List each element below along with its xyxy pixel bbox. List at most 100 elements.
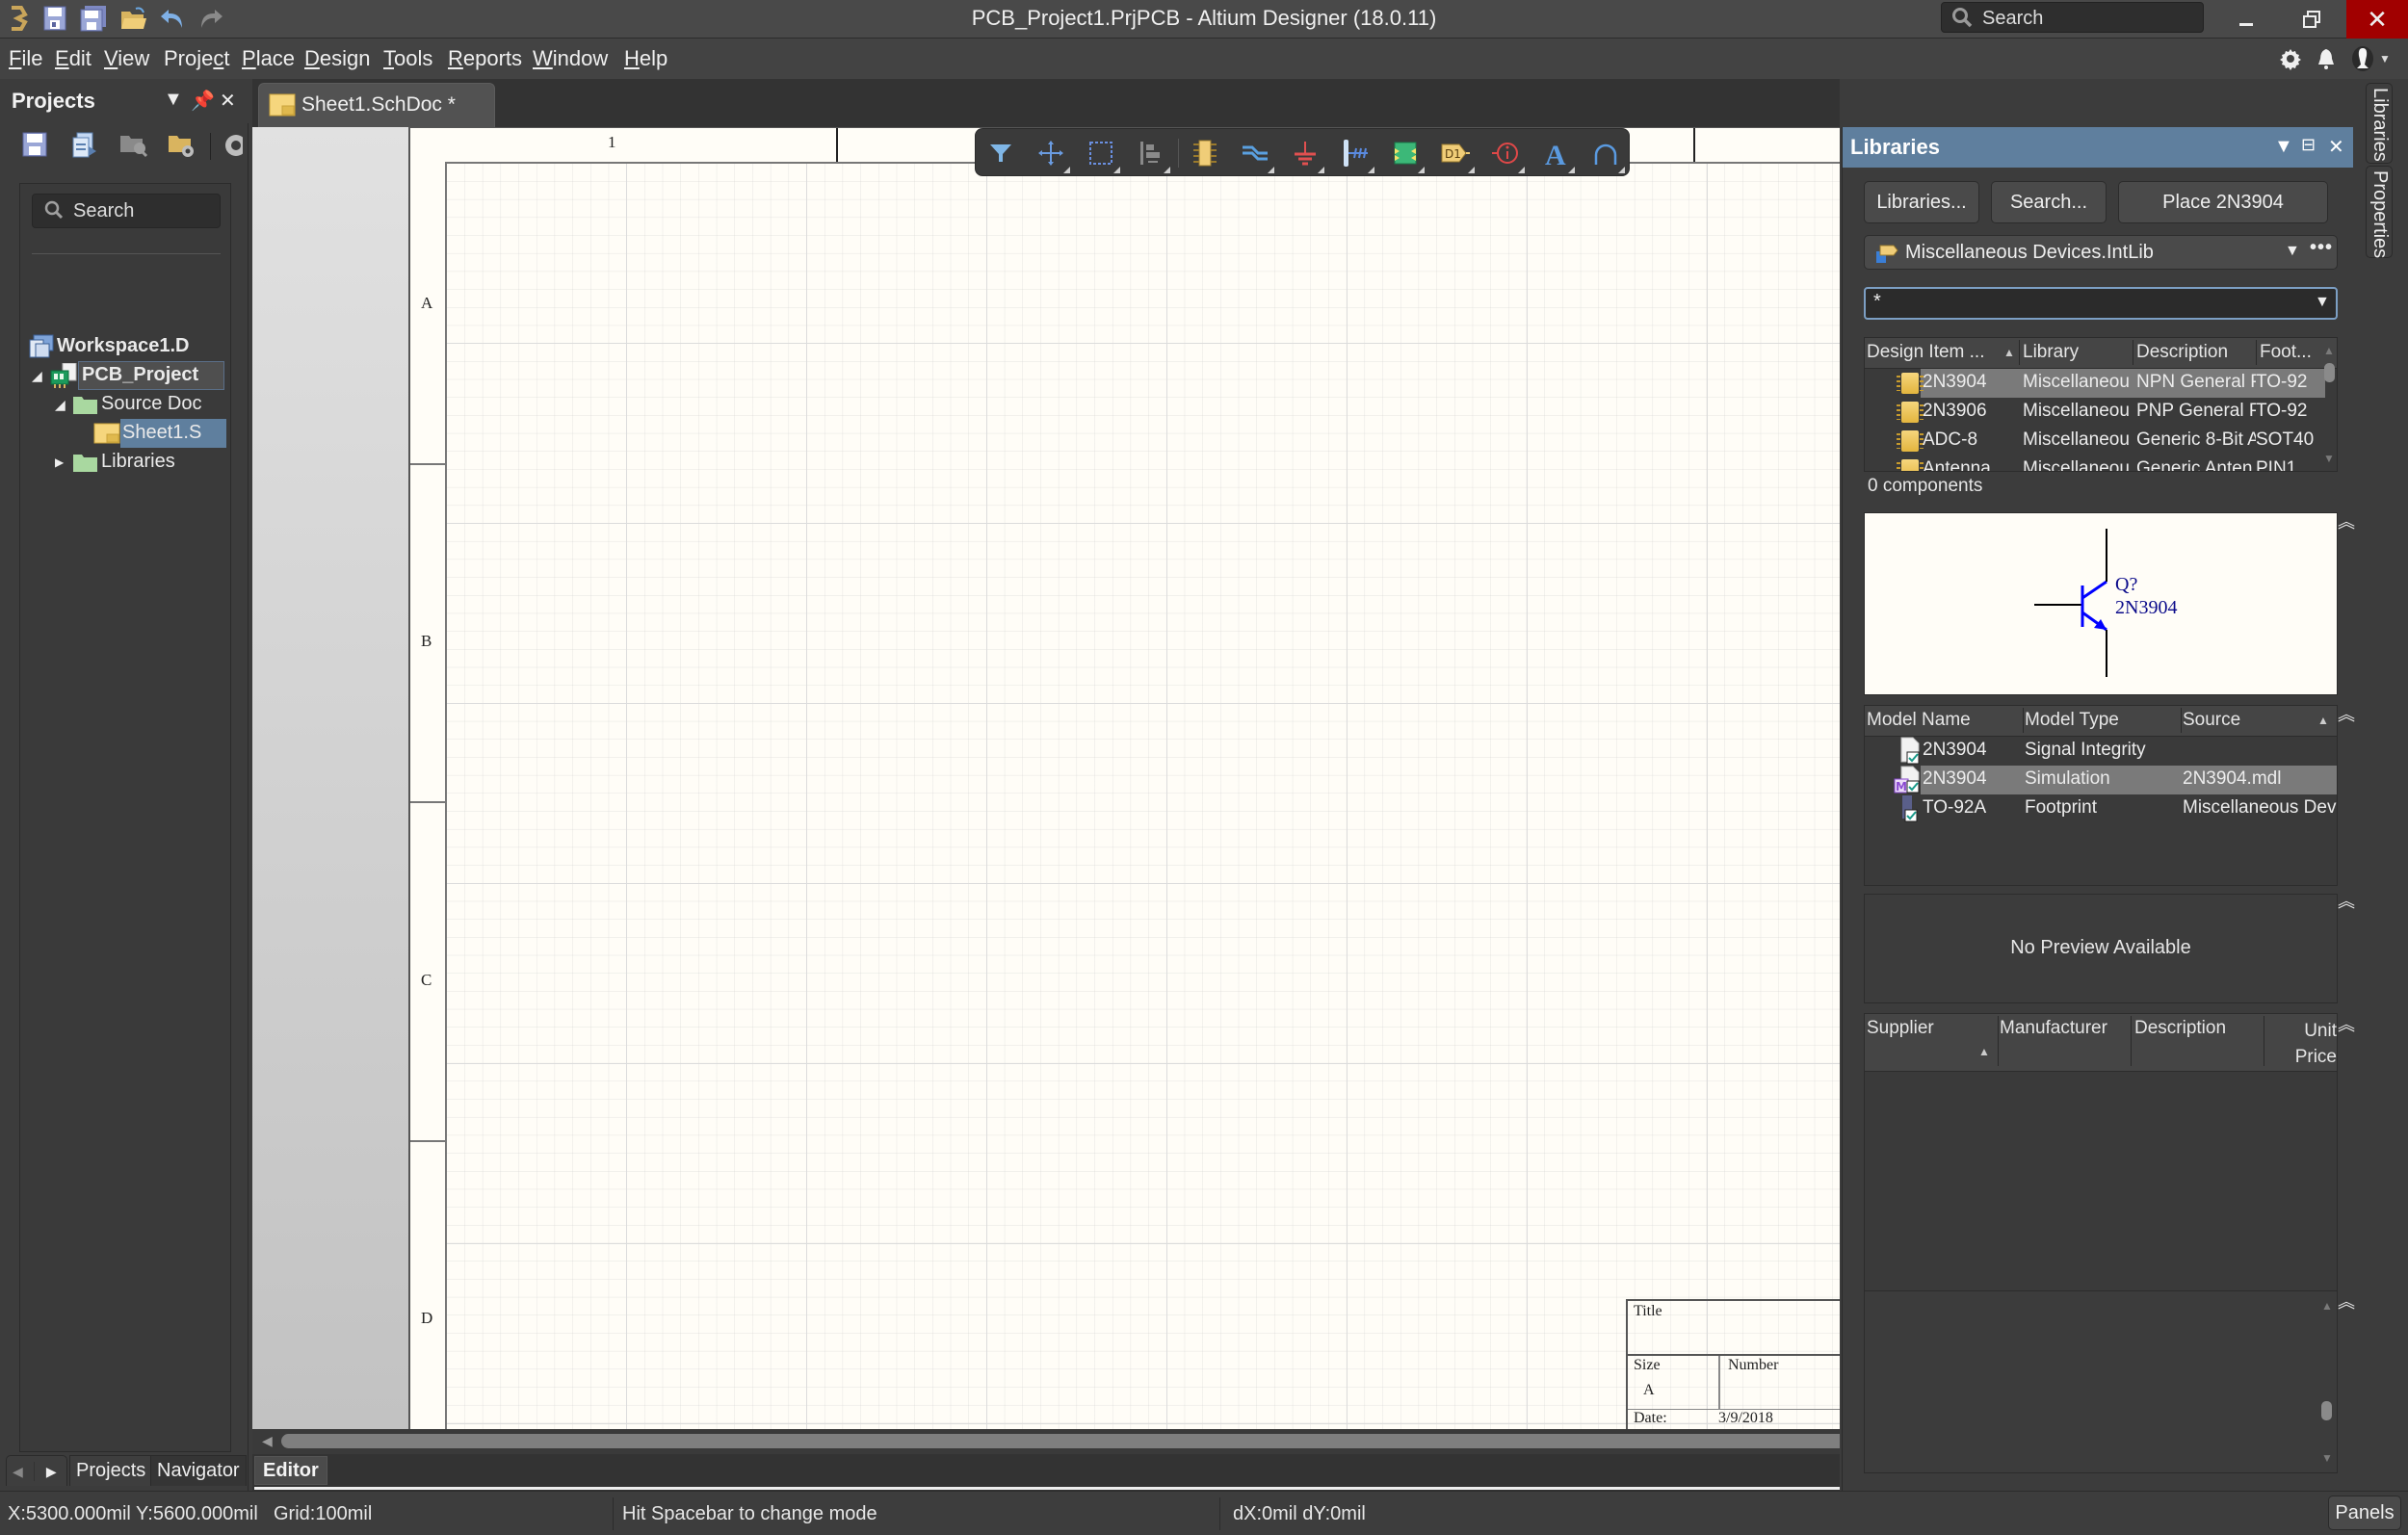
collapse-section-icon[interactable]: ︽ [2338,1011,2355,1036]
tab-navigator[interactable]: Navigator [150,1455,247,1486]
project-options-icon[interactable] [168,131,198,162]
menu-design[interactable]: Design [304,46,370,71]
compile-icon[interactable] [69,131,100,162]
pin-icon[interactable]: 📌 [191,89,215,113]
table-row[interactable]: 2N3904 Miscellaneou NPN General P TO-92 [1865,369,2337,398]
expanded-caret-icon[interactable]: ◢ [55,397,65,413]
menu-file[interactable]: File [9,46,42,71]
component-filter-input[interactable]: * ▼ [1864,287,2338,320]
scroll-up-icon[interactable]: ▲ [2323,344,2335,357]
power-port-button[interactable] [1286,137,1324,173]
menu-reports[interactable]: Reports [448,46,522,71]
minimize-button[interactable] [2215,0,2277,39]
pin-icon[interactable]: ⊟ [2301,135,2316,155]
collapse-section-icon[interactable]: ︽ [2338,701,2355,726]
more-options-icon[interactable]: ••• [2310,237,2333,259]
menu-view[interactable]: View [104,46,149,71]
tab-sheet1-schdoc[interactable]: Sheet1.SchDoc * [258,83,495,127]
tree-item-sheet1[interactable]: Sheet1.S [20,419,226,448]
scrollbar-thumb[interactable] [281,1434,1840,1448]
arc-button[interactable] [1586,137,1625,173]
table-row[interactable]: ADC-8 Miscellaneou Generic 8-Bit A SOT40 [1865,427,2337,455]
menu-edit[interactable]: Edit [55,46,92,71]
tree-item-source-documents[interactable]: ◢ Source Doc [20,390,226,419]
column-separator[interactable] [2131,1016,2132,1066]
column-header-library[interactable]: Library [2023,342,2079,363]
search-button[interactable]: Search... [1991,181,2107,223]
menu-project[interactable]: Project [164,46,229,71]
filter-button[interactable] [982,137,1020,169]
column-header-source[interactable]: Source [2183,710,2240,731]
browse-folder-icon[interactable] [119,131,150,162]
chevron-down-icon[interactable]: ▼ [2315,294,2330,311]
column-separator[interactable] [2023,708,2024,733]
move-button[interactable] [1032,137,1070,173]
tab-projects[interactable]: Projects [69,1455,153,1486]
column-header-design-item[interactable]: Design Item ... [1867,342,1985,363]
collapse-section-icon[interactable]: ︽ [2338,1288,2355,1314]
drawing-area[interactable] [445,162,1840,1429]
side-tab-libraries[interactable]: Libraries [2366,83,2393,164]
panels-button[interactable]: Panels [2328,1496,2401,1530]
scroll-up-icon[interactable]: ▲ [2321,1299,2333,1313]
table-row[interactable]: 2N3906 Miscellaneou PNP General P TO-92 [1865,398,2337,427]
scroll-left-icon[interactable]: ◀ [13,1464,23,1479]
user-menu-chevron-down-icon[interactable]: ▼ [2375,44,2395,73]
close-panel-icon[interactable]: ✕ [2328,135,2344,159]
table-row[interactable]: TO-92A Footprint Miscellaneous Dev [1865,794,2337,823]
wire-button[interactable] [1236,137,1274,173]
chevron-down-icon[interactable]: ▼ [2285,243,2300,260]
table-row[interactable]: Antenna Miscellaneou Generic Anten PIN1 [1865,455,2337,471]
schematic-sheet[interactable]: 1 A B C D Title Size A Number Date: 3/9/… [408,127,1840,1429]
column-separator[interactable] [1998,1016,1999,1066]
column-header-manufacturer[interactable]: Manufacturer [2000,1018,2107,1039]
close-button[interactable]: ✕ [2346,0,2408,39]
tab-editor[interactable]: Editor [254,1456,327,1485]
tree-item-libraries[interactable]: ▶ Libraries [20,448,226,477]
side-tab-properties[interactable]: Properties [2366,166,2393,258]
column-header-model-name[interactable]: Model Name [1867,710,1971,731]
close-panel-icon[interactable]: ✕ [220,89,236,113]
gear-icon[interactable] [2276,44,2305,73]
tab-scroll-arrows[interactable]: ◀ ▶ [6,1455,67,1486]
tree-item-project[interactable]: ◢ PCB_Project [20,361,226,390]
schematic-canvas[interactable]: 1 A B C D Title Size A Number Date: 3/9/… [252,127,1840,1429]
column-header-unit-price[interactable]: Unit Price [2269,1018,2337,1070]
column-header-footprint[interactable]: Foot... [2260,342,2312,363]
library-selector[interactable]: Miscellaneous Devices.IntLib ▼ ••• [1864,235,2338,270]
select-button[interactable] [1082,137,1120,173]
vertical-scrollbar-thumb[interactable] [2324,363,2335,382]
libraries-button[interactable]: Libraries... [1864,181,1979,223]
menu-window[interactable]: Window [533,46,608,71]
menu-place[interactable]: Place [242,46,295,71]
menu-tools[interactable]: Tools [383,46,432,71]
port-button[interactable]: D1 [1436,137,1475,173]
panel-menu-chevron-down-icon[interactable]: ▼ [2274,136,2293,158]
column-separator[interactable] [2256,340,2257,365]
global-search-input[interactable]: Search [1941,2,2204,33]
scroll-right-icon[interactable]: ▶ [46,1464,57,1479]
menu-help[interactable]: Help [624,46,667,71]
projects-search-input[interactable]: Search [32,194,221,228]
table-row[interactable]: M 2N3904 Simulation 2N3904.mdl [1865,766,2337,794]
place-part-button[interactable] [1186,137,1224,169]
text-button[interactable]: A [1536,137,1575,173]
user-icon[interactable] [2348,44,2377,73]
bell-icon[interactable] [2312,44,2341,73]
collapsed-caret-icon[interactable]: ▶ [55,455,64,469]
harness-button[interactable] [1336,137,1374,173]
restore-button[interactable] [2281,0,2343,39]
column-separator[interactable] [2019,340,2020,365]
scroll-left-icon[interactable]: ◀ [262,1433,273,1449]
collapse-section-icon[interactable]: ︽ [2338,508,2355,533]
panel-menu-chevron-down-icon[interactable]: ▼ [164,89,183,111]
collapse-section-icon[interactable]: ︽ [2338,888,2355,913]
settings-icon[interactable] [222,131,243,162]
save-project-icon[interactable] [21,131,52,162]
vertical-scrollbar-thumb[interactable] [2321,1401,2332,1420]
column-header-supplier[interactable]: Supplier [1867,1018,1934,1039]
directive-button[interactable] [1486,137,1525,173]
column-header-description[interactable]: Description [2134,1018,2226,1039]
scroll-down-icon[interactable]: ▼ [2321,1451,2333,1465]
horizontal-scrollbar[interactable]: ◀ [252,1429,1840,1454]
